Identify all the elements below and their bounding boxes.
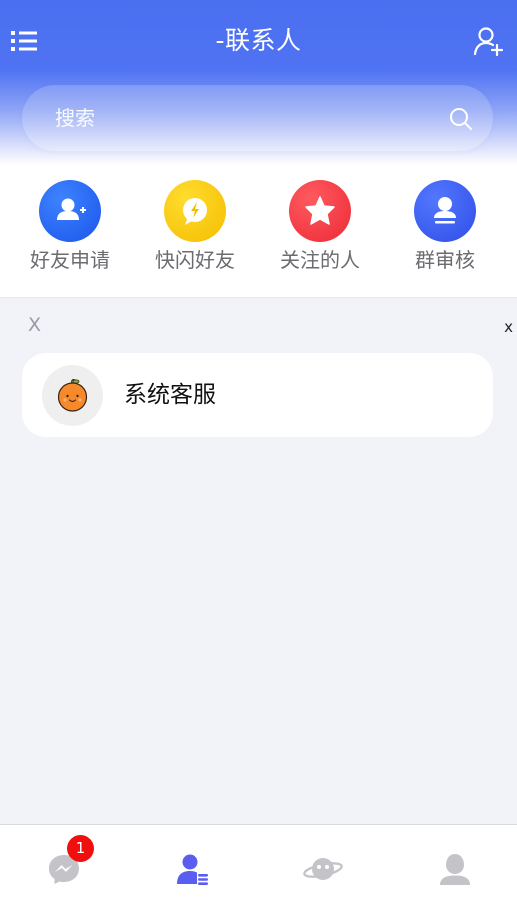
quick-actions-bar: 好友申请 快闪好友 关注的人 群审核 <box>0 165 517 298</box>
quick-action-label: 群审核 <box>415 248 475 272</box>
nav-messages[interactable]: 1 <box>0 825 129 903</box>
orange-avatar-icon <box>42 365 103 426</box>
add-contact-icon[interactable] <box>473 25 505 57</box>
quick-action-flash-friend[interactable]: 快闪好友 <box>135 180 255 280</box>
quick-action-group-review[interactable]: 群审核 <box>385 180 505 280</box>
star-icon <box>289 180 351 242</box>
quick-action-label: 好友申请 <box>30 248 110 272</box>
friend-request-icon <box>39 180 101 242</box>
group-review-icon <box>414 180 476 242</box>
unread-badge: 1 <box>67 835 94 862</box>
planet-icon <box>303 858 343 880</box>
alphabet-index-letter[interactable]: x <box>504 318 513 336</box>
search-placeholder: 搜索 <box>55 106 95 130</box>
search-input[interactable]: 搜索 <box>22 85 493 151</box>
page-title: -联系人 <box>215 26 302 55</box>
search-icon[interactable] <box>449 107 473 131</box>
quick-action-following[interactable]: 关注的人 <box>260 180 380 280</box>
nav-profile[interactable] <box>388 825 517 903</box>
section-header-letter: X <box>28 314 42 336</box>
contact-name: 系统客服 <box>124 382 216 408</box>
contact-list-item[interactable]: 系统客服 <box>22 353 493 437</box>
bottom-navigation: 1 <box>0 824 517 903</box>
nav-contacts[interactable] <box>129 825 258 903</box>
flash-friend-icon <box>164 180 226 242</box>
top-bar: -联系人 <box>0 0 517 82</box>
contacts-screen: -联系人 搜索 好友申请 快闪好友 关注的人 群审核 X x 系统客服 1 <box>0 0 517 903</box>
quick-action-label: 关注的人 <box>280 248 360 272</box>
quick-action-label: 快闪好友 <box>155 248 235 272</box>
quick-action-friend-request[interactable]: 好友申请 <box>10 180 130 280</box>
contacts-icon <box>177 854 208 885</box>
nav-discover[interactable] <box>258 825 387 903</box>
profile-icon <box>440 854 470 885</box>
